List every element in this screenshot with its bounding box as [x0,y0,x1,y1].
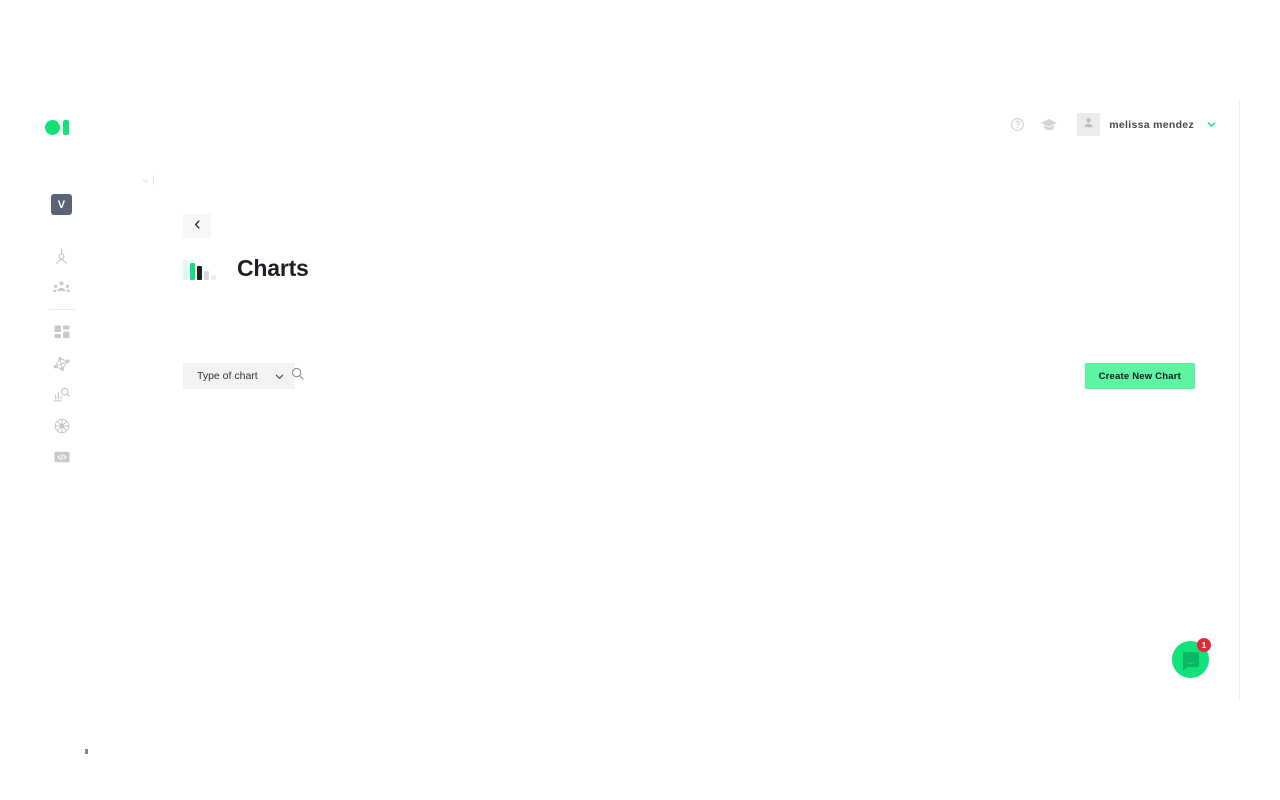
chart-type-filter-label: Type of chart [197,370,258,382]
search-button[interactable] [287,366,307,386]
user-name-label: melissa mendez [1109,118,1194,131]
avatar [1077,113,1101,136]
sidebar-item-journeys[interactable] [52,354,71,373]
chat-launcher-button[interactable]: 1 [1172,638,1211,678]
chevron-down-icon[interactable] [1206,119,1217,130]
chevron-down-icon [274,371,285,382]
brand-logo[interactable] [45,117,80,137]
code-brackets-icon [53,448,71,466]
workspace-badge[interactable]: V [51,194,72,215]
breadcrumb[interactable]: w [143,175,154,185]
chart-magnifier-icon [52,385,71,404]
chat-bubble-icon [1182,652,1199,671]
page-header: Charts [183,255,309,282]
page-title: Charts [237,255,309,281]
people-group-icon [52,278,71,297]
graduation-cap-icon [1040,116,1058,134]
app-window: V melissa mendez w Charts Type of chart … [40,100,1240,754]
left-sidebar: V [40,100,85,700]
page-toolbar: Type of chart Create New Chart [183,363,1217,389]
help-button[interactable] [1009,116,1026,133]
breadcrumb-item[interactable]: w [143,176,149,185]
dashboard-grid-icon [53,324,71,342]
create-new-chart-button[interactable]: Create New Chart [1084,363,1195,389]
chevron-left-icon [192,217,203,235]
bar-chart-icon [183,258,216,280]
breadcrumb-separator [152,175,154,185]
search-icon [290,366,305,386]
logo-bar-icon [63,119,69,135]
sidebar-item-insights[interactable] [52,247,71,266]
sidebar-item-developers[interactable] [52,447,71,466]
sidebar-item-dashboards[interactable] [52,323,71,342]
corner-artifact [85,749,88,754]
chat-smile-icon [1186,659,1195,664]
sidebar-item-models[interactable] [52,416,71,435]
sidebar-divider [49,309,75,310]
sidebar-item-audiences[interactable] [52,278,71,297]
main-content: w Charts Type of chart Create New Chart … [85,155,1239,754]
network-nodes-icon [52,354,71,373]
user-avatar-icon [1082,116,1095,134]
academy-button[interactable] [1040,116,1057,133]
header-actions: melissa mendez [1009,113,1217,136]
user-menu[interactable]: melissa mendez [1077,113,1217,136]
chat-unread-badge: 1 [1197,638,1211,652]
sidebar-item-explore[interactable] [52,385,71,404]
top-header-bar: melissa mendez [85,100,1239,155]
question-circle-icon [1010,117,1025,132]
brain-icon [53,417,71,435]
chart-type-filter[interactable]: Type of chart [183,363,295,389]
insights-icon [52,247,71,266]
logo-dot-icon [45,119,60,135]
back-button[interactable] [183,214,211,238]
